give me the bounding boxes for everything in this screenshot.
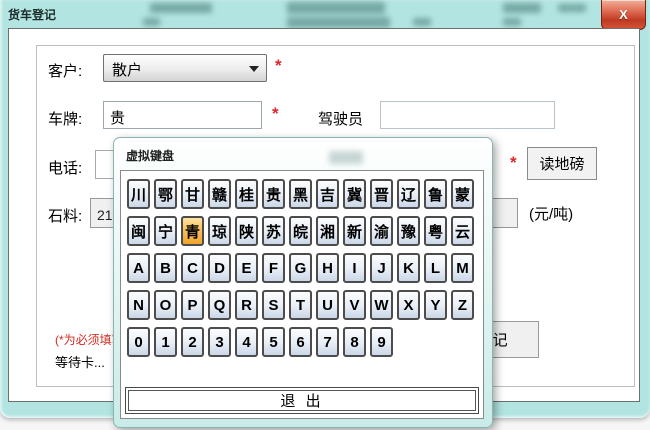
- background-table-blur: [150, 3, 212, 13]
- keyboard-row: 川鄂甘赣桂贵黑吉冀晋辽鲁蒙: [127, 179, 474, 209]
- keyboard-key[interactable]: 琼: [208, 216, 231, 246]
- keyboard-key[interactable]: 甘: [181, 179, 204, 209]
- keyboard-key[interactable]: V: [343, 290, 366, 320]
- keyboard-key[interactable]: 宁: [154, 216, 177, 246]
- keyboard-key[interactable]: 1: [154, 327, 177, 357]
- background-table-blur: [503, 3, 541, 13]
- keyboard-key[interactable]: 苏: [262, 216, 285, 246]
- keyboard-rows: 川鄂甘赣桂贵黑吉冀晋辽鲁蒙闽宁青琼陕苏皖湘新渝豫粤云ABCDEFGHIJKLMN…: [127, 179, 474, 364]
- plate-label: 车牌:: [48, 108, 82, 129]
- keyboard-key[interactable]: 2: [181, 327, 204, 357]
- keyboard-row: 0123456789: [127, 327, 474, 357]
- keyboard-key[interactable]: 黑: [289, 179, 312, 209]
- keyboard-key[interactable]: 辽: [397, 179, 420, 209]
- keyboard-key[interactable]: H: [316, 253, 339, 283]
- keyboard-key[interactable]: W: [370, 290, 393, 320]
- chevron-down-icon: [249, 66, 259, 72]
- background-table-blur: [413, 18, 431, 26]
- keyboard-row: ABCDEFGHIJKLM: [127, 253, 474, 283]
- background-table-blur: [143, 18, 160, 26]
- keyboard-exit-button[interactable]: 退 出: [125, 387, 479, 414]
- keyboard-key[interactable]: 鲁: [424, 179, 447, 209]
- customer-dropdown[interactable]: 散户: [103, 54, 267, 82]
- keyboard-key[interactable]: 新: [343, 216, 366, 246]
- keyboard-key[interactable]: 渝: [370, 216, 393, 246]
- keyboard-key[interactable]: U: [316, 290, 339, 320]
- keyboard-key[interactable]: P: [181, 290, 204, 320]
- keyboard-key[interactable]: 青: [181, 216, 204, 246]
- waiting-card-status: 等待卡...: [55, 352, 105, 371]
- keyboard-key[interactable]: 粤: [424, 216, 447, 246]
- background-table-blur: [287, 17, 390, 28]
- keyboard-key[interactable]: S: [262, 290, 285, 320]
- keyboard-key[interactable]: J: [370, 253, 393, 283]
- keyboard-key[interactable]: O: [154, 290, 177, 320]
- background-blur: [329, 151, 363, 164]
- keyboard-key[interactable]: 晋: [370, 179, 393, 209]
- keyboard-key[interactable]: 川: [127, 179, 150, 209]
- weight-required-marker: *: [510, 153, 517, 173]
- background-table-blur: [287, 2, 385, 14]
- window-title: 货车登记: [8, 6, 56, 23]
- keyboard-key[interactable]: 冀: [343, 179, 366, 209]
- keyboard-key[interactable]: R: [235, 290, 258, 320]
- keyboard-key[interactable]: M: [451, 253, 474, 283]
- keyboard-key[interactable]: 8: [343, 327, 366, 357]
- background-table-blur: [503, 18, 521, 26]
- customer-required-marker: *: [275, 56, 282, 76]
- keyboard-key[interactable]: X: [397, 290, 420, 320]
- keyboard-key[interactable]: 9: [370, 327, 393, 357]
- keyboard-key[interactable]: 湘: [316, 216, 339, 246]
- keyboard-key[interactable]: 鄂: [154, 179, 177, 209]
- keyboard-key[interactable]: B: [154, 253, 177, 283]
- keyboard-key[interactable]: 0: [127, 327, 150, 357]
- keyboard-key[interactable]: 吉: [316, 179, 339, 209]
- keyboard-key[interactable]: Y: [424, 290, 447, 320]
- keyboard-key[interactable]: 贵: [262, 179, 285, 209]
- keyboard-key[interactable]: 5: [262, 327, 285, 357]
- keyboard-key[interactable]: 桂: [235, 179, 258, 209]
- customer-dropdown-value: 散户: [112, 62, 142, 79]
- driver-input[interactable]: [380, 101, 555, 129]
- virtual-keyboard-dialog: 虚拟键盘 川鄂甘赣桂贵黑吉冀晋辽鲁蒙闽宁青琼陕苏皖湘新渝豫粤云ABCDEFGHI…: [113, 137, 493, 428]
- keyboard-key[interactable]: 蒙: [451, 179, 474, 209]
- price-unit-label: (元/吨): [529, 203, 573, 224]
- keyboard-key[interactable]: G: [289, 253, 312, 283]
- keyboard-row: NOPQRSTUVWXYZ: [127, 290, 474, 320]
- keyboard-key[interactable]: F: [262, 253, 285, 283]
- read-scale-button[interactable]: 读地磅: [527, 147, 597, 180]
- keyboard-key[interactable]: 闽: [127, 216, 150, 246]
- keyboard-key[interactable]: 6: [289, 327, 312, 357]
- stone-label: 石料:: [48, 205, 82, 226]
- virtual-keyboard-body: 川鄂甘赣桂贵黑吉冀晋辽鲁蒙闽宁青琼陕苏皖湘新渝豫粤云ABCDEFGHIJKLMN…: [120, 170, 484, 419]
- keyboard-key[interactable]: Q: [208, 290, 231, 320]
- phone-label: 电话:: [48, 157, 82, 178]
- keyboard-key[interactable]: T: [289, 290, 312, 320]
- keyboard-key[interactable]: N: [127, 290, 150, 320]
- driver-label: 驾驶员: [318, 108, 363, 129]
- keyboard-key[interactable]: 皖: [289, 216, 312, 246]
- keyboard-key[interactable]: 陕: [235, 216, 258, 246]
- close-button[interactable]: X: [601, 0, 646, 30]
- keyboard-key[interactable]: E: [235, 253, 258, 283]
- keyboard-key[interactable]: D: [208, 253, 231, 283]
- plate-input[interactable]: [103, 101, 262, 129]
- keyboard-key[interactable]: I: [343, 253, 366, 283]
- plate-required-marker: *: [272, 104, 279, 124]
- keyboard-key[interactable]: L: [424, 253, 447, 283]
- keyboard-key[interactable]: Z: [451, 290, 474, 320]
- keyboard-key[interactable]: 7: [316, 327, 339, 357]
- keyboard-key[interactable]: C: [181, 253, 204, 283]
- keyboard-key[interactable]: 豫: [397, 216, 420, 246]
- keyboard-key[interactable]: 云: [451, 216, 474, 246]
- customer-label: 客户:: [48, 60, 82, 81]
- background-table-blur: [558, 4, 586, 12]
- keyboard-key[interactable]: A: [127, 253, 150, 283]
- keyboard-key[interactable]: K: [397, 253, 420, 283]
- keyboard-key[interactable]: 3: [208, 327, 231, 357]
- keyboard-key[interactable]: 赣: [208, 179, 231, 209]
- keyboard-row: 闽宁青琼陕苏皖湘新渝豫粤云: [127, 216, 474, 246]
- virtual-keyboard-title: 虚拟键盘: [126, 147, 174, 164]
- keyboard-key[interactable]: 4: [235, 327, 258, 357]
